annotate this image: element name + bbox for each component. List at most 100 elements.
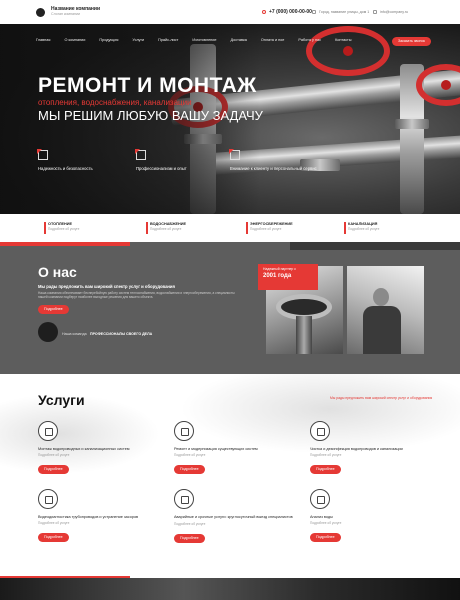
repair-icon <box>174 421 194 441</box>
nav-item-about[interactable]: О компании <box>64 38 85 42</box>
service-strip: ОТОПЛЕНИЕ Подробнее об услуге ВОДОСНАБЖЕ… <box>0 214 460 242</box>
nav-item-prices[interactable]: Прайс-лист <box>158 38 178 42</box>
footer-image-strip <box>0 578 460 600</box>
page: Название компании Слоган компании +7 (00… <box>0 0 460 600</box>
email-text: info@company.ru <box>380 10 408 14</box>
pipe-icon <box>38 421 58 441</box>
team-label: Наша команда <box>62 332 87 336</box>
partner-label: Надежный партнер с <box>263 267 296 271</box>
address-text: Город, название улицы, дом 1 <box>319 10 370 14</box>
strip-item-sub: Подробнее об услуге <box>348 227 380 231</box>
worker-photo <box>347 266 424 354</box>
top-bar: Название компании Слоган компании +7 (00… <box>0 0 460 24</box>
strip-item-heating[interactable]: ОТОПЛЕНИЕ Подробнее об услуге <box>44 222 80 234</box>
main-nav: Главная О компании Продукция Услуги Прай… <box>36 38 365 42</box>
phone-number: +7 (000) 000-00-00 <box>269 9 312 15</box>
service-sub: Подробнее об услуге <box>174 521 206 526</box>
nav-item-contacts[interactable]: Контакты <box>335 38 351 42</box>
video-icon <box>38 489 58 509</box>
about-more-button[interactable]: Подробнее <box>38 305 69 314</box>
strip-item-sub: Подробнее об услуге <box>250 227 282 231</box>
address: Город, название улицы, дом 1 <box>312 10 369 14</box>
accent-bar <box>0 242 130 246</box>
water-analysis-icon <box>310 489 330 509</box>
building-icon <box>37 149 48 160</box>
service-more-button[interactable]: Подробнее <box>174 465 205 474</box>
hero-feature-label: Внимание к клиенту и персональный сервис <box>230 166 317 171</box>
hero-feature: Профессионализм и опыт <box>135 149 187 171</box>
valve-wheel-icon <box>306 26 390 76</box>
strip-item-sub: Подробнее об услуге <box>48 227 80 231</box>
mail-icon <box>373 10 377 14</box>
service-title[interactable]: Чистка и дезинфекция водопроводов и кана… <box>310 447 440 451</box>
service-card: Чистка и дезинфекция водопроводов и кана… <box>310 421 440 475</box>
service-sub: Подробнее об услуге <box>310 521 342 525</box>
about-text: Наша компания обеспечивает бесперебойную… <box>38 291 235 300</box>
strip-item-title: ЭНЕРГОСБЕРЕЖЕНИЕ <box>250 222 293 226</box>
strip-item-sewage[interactable]: КАНАЛИЗАЦИЯ Подробнее об услуге <box>344 222 380 234</box>
service-card: Аварийные и срочные услуги: круглосуточн… <box>174 489 304 544</box>
service-sub: Подробнее об услуге <box>310 453 342 457</box>
certificate-icon <box>135 149 146 160</box>
nav-item-payment[interactable]: Оплата и пое <box>261 38 285 42</box>
nav-item-products[interactable]: Продукция <box>99 38 118 42</box>
hero-title: РЕМОНТ И МОНТАЖ <box>38 74 257 97</box>
hero-feature-label: Надежность и безопасность <box>38 166 93 171</box>
emergency-icon <box>174 489 194 509</box>
services-section: Услуги Мы рады предложить вам широкий сп… <box>0 374 460 584</box>
strip-item-sub: Подробнее об услуге <box>150 227 182 231</box>
phone-icon <box>262 10 266 14</box>
about-heading: О нас <box>38 264 77 280</box>
service-sub: Подробнее об услуге <box>174 453 206 457</box>
services-heading: Услуги <box>38 392 85 408</box>
nav-item-home[interactable]: Главная <box>36 38 50 42</box>
service-card: Видеодиагностика трубопроводов и устране… <box>38 489 168 543</box>
strip-item-title: КАНАЛИЗАЦИЯ <box>348 222 378 226</box>
location-icon <box>312 10 316 14</box>
service-more-button[interactable]: Подробнее <box>38 465 69 474</box>
service-more-button[interactable]: Подробнее <box>310 533 341 542</box>
nav-item-manufacturing[interactable]: Изготовление <box>192 38 216 42</box>
hero-subtitle: отопления, водоснабжения, канализации <box>38 98 192 107</box>
callback-button[interactable]: Заказать звонок <box>392 37 431 46</box>
team-icon[interactable] <box>38 322 58 342</box>
nav-item-services[interactable]: Услуги <box>132 38 144 42</box>
nav-item-jobs[interactable]: Работа у нас <box>298 38 321 42</box>
logo-icon[interactable] <box>36 7 45 17</box>
email-link[interactable]: info@company.ru <box>373 10 408 14</box>
service-title[interactable]: Монтаж водопроводных и канализационных с… <box>38 447 168 451</box>
hero-feature: Надежность и безопасность <box>37 149 93 171</box>
brand[interactable]: Название компании Слоган компании <box>51 7 100 16</box>
hero-feature-label: Профессионализм и опыт <box>136 166 187 171</box>
service-title[interactable]: Ремонт и модернизация существующих систе… <box>174 447 304 451</box>
service-more-button[interactable]: Подробнее <box>310 465 341 474</box>
service-title[interactable]: Анализ воды <box>310 515 440 519</box>
service-title[interactable]: Видеодиагностика трубопроводов и устране… <box>38 515 168 519</box>
partner-year: 2001 года <box>263 273 292 279</box>
about-lead: Мы рады предложить вам широкий спектр ус… <box>38 284 175 289</box>
service-more-button[interactable]: Подробнее <box>38 533 69 542</box>
phone-link[interactable]: +7 (000) 000-00-00 <box>262 9 312 15</box>
team-link[interactable]: ПРОФЕССИОНАЛЫ СВОЕГО ДЕЛА <box>90 332 152 336</box>
service-card: Монтаж водопроводных и канализационных с… <box>38 421 168 475</box>
flange-graphic <box>395 119 429 129</box>
service-title[interactable]: Аварийные и срочные услуги: круглосуточн… <box>174 515 294 520</box>
cleaning-icon <box>310 421 330 441</box>
service-sub: Подробнее об услуге <box>38 453 70 457</box>
services-cta[interactable]: Мы рады предложить вам широкий спектр ус… <box>330 396 432 400</box>
partner-badge: Надежный партнер с 2001 года <box>258 264 318 290</box>
hero: Главная О компании Продукция Услуги Прай… <box>0 24 460 214</box>
worker-head-icon <box>373 288 389 306</box>
client-icon <box>229 149 240 160</box>
brand-subtitle: Слоган компании <box>51 11 80 16</box>
hero-tagline: МЫ РЕШИМ ЛЮБУЮ ВАШУ ЗАДАЧУ <box>38 108 263 123</box>
strip-item-water[interactable]: ВОДОСНАБЖЕНИЕ Подробнее об услуге <box>146 222 187 234</box>
strip-item-title: ВОДОСНАБЖЕНИЕ <box>150 222 187 226</box>
service-more-button[interactable]: Подробнее <box>174 533 205 543</box>
service-card: Ремонт и модернизация существующих систе… <box>174 421 304 475</box>
service-sub: Подробнее об услуге <box>38 521 70 525</box>
hero-feature: Внимание к клиенту и персональный сервис <box>229 149 317 171</box>
nav-item-delivery[interactable]: Доставка <box>231 38 247 42</box>
strip-item-title: ОТОПЛЕНИЕ <box>48 222 73 226</box>
strip-item-energy[interactable]: ЭНЕРГОСБЕРЕЖЕНИЕ Подробнее об услуге <box>246 222 293 234</box>
